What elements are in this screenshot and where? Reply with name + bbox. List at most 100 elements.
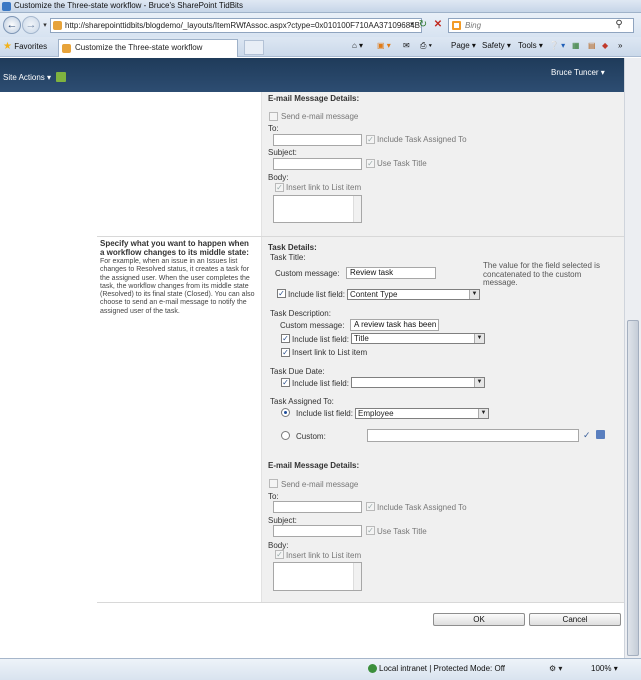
star-icon: ★ bbox=[3, 41, 12, 52]
zoom-level[interactable]: 100% ▾ bbox=[591, 664, 618, 673]
section-divider bbox=[97, 236, 624, 237]
task-title-custom-message-input[interactable]: Review task bbox=[346, 267, 436, 279]
task-title-field-select[interactable]: Content Type ▼ bbox=[347, 289, 480, 300]
new-tab-button[interactable] bbox=[244, 40, 264, 55]
task-description-field-value: Title bbox=[354, 334, 369, 343]
zoom-value: 100% bbox=[591, 664, 612, 673]
protected-mode-icon[interactable]: ⚙ ▾ bbox=[549, 664, 562, 673]
read-mail-icon[interactable]: ✉ bbox=[403, 41, 410, 50]
middle-state-description: For example, when an issue in an Issues … bbox=[100, 258, 255, 315]
site-actions-menu[interactable]: Site Actions ▾ bbox=[3, 73, 51, 82]
insert-link-label-1: Insert link to List item bbox=[286, 183, 362, 192]
safety-menu[interactable]: Safety ▾ bbox=[482, 41, 511, 50]
body-label-2: Body: bbox=[268, 541, 289, 550]
bing-icon bbox=[452, 21, 461, 30]
include-assigned-checkbox-1[interactable]: ✓ bbox=[366, 135, 375, 144]
user-name: Bruce Tuncer bbox=[551, 68, 599, 77]
assigned-include-field-label: Include list field: bbox=[296, 409, 353, 418]
field-concatenation-note: The value for the field selected is conc… bbox=[483, 261, 600, 287]
task-title-include-field-checkbox[interactable]: ✓ bbox=[277, 289, 286, 298]
email-details-header-2: E-mail Message Details: bbox=[268, 461, 360, 470]
tab-title: Customize the Three-state workflow bbox=[75, 43, 203, 52]
due-date-field-select[interactable]: ▼ bbox=[351, 377, 485, 388]
textarea-scrollbar[interactable] bbox=[353, 196, 361, 222]
assigned-include-field-radio[interactable] bbox=[281, 408, 290, 417]
custom-message-label: Custom message: bbox=[275, 269, 340, 278]
due-include-field-label: Include list field: bbox=[292, 379, 349, 388]
address-book-icon[interactable] bbox=[596, 430, 605, 439]
assigned-field-value: Employee bbox=[358, 409, 394, 418]
assigned-field-select[interactable]: Employee ▼ bbox=[355, 408, 489, 419]
to-input-2[interactable] bbox=[273, 501, 362, 513]
desc-include-field-label: Include list field: bbox=[292, 335, 349, 344]
left-description-pane bbox=[97, 92, 262, 602]
page-menu[interactable]: Page ▾ bbox=[451, 41, 476, 50]
search-input[interactable]: Bing bbox=[448, 18, 634, 33]
site-actions-label: Site Actions bbox=[3, 73, 45, 82]
include-assigned-checkbox-2[interactable]: ✓ bbox=[366, 502, 375, 511]
assigned-custom-radio[interactable] bbox=[281, 431, 290, 440]
use-task-title-checkbox-2[interactable]: ✓ bbox=[366, 526, 375, 535]
form-content: E-mail Message Details: Send e-mail mess… bbox=[0, 92, 624, 658]
to-input-1[interactable] bbox=[273, 134, 362, 146]
favorites-button[interactable]: ★ Favorites bbox=[3, 41, 47, 52]
assigned-custom-input[interactable] bbox=[367, 429, 579, 442]
help-icon[interactable]: ❔ ▾ bbox=[549, 41, 565, 50]
subject-input-2[interactable] bbox=[273, 525, 362, 537]
tab-toolbar: ★ Favorites Customize the Three-state wo… bbox=[0, 37, 641, 57]
use-task-title-label-1: Use Task Title bbox=[377, 159, 427, 168]
tab-favicon bbox=[62, 44, 71, 53]
task-description-include-field-checkbox[interactable]: ✓ bbox=[281, 334, 290, 343]
window-title: Customize the Three-state workflow - Bru… bbox=[14, 1, 244, 10]
task-description-insert-link-checkbox[interactable]: ✓ bbox=[281, 348, 290, 357]
back-button[interactable]: ← bbox=[3, 16, 21, 34]
address-toolbar: ← → ▾ http://sharepointtidbits/blogdemo/… bbox=[0, 13, 641, 37]
use-task-title-checkbox-1[interactable]: ✓ bbox=[366, 159, 375, 168]
due-date-include-field-checkbox[interactable]: ✓ bbox=[281, 378, 290, 387]
home-icon[interactable]: ⌂ ▾ bbox=[352, 41, 363, 50]
stop-icon[interactable]: ✕ bbox=[430, 18, 446, 33]
page-scrollbar[interactable] bbox=[624, 58, 641, 658]
send-email-label-1: Send e-mail message bbox=[281, 112, 359, 121]
insert-link-checkbox-2[interactable]: ✓ bbox=[275, 550, 284, 559]
textarea-scrollbar[interactable] bbox=[353, 563, 361, 590]
body-textarea-2[interactable] bbox=[273, 562, 362, 591]
search-icon[interactable]: ⚲ bbox=[611, 18, 627, 33]
research-icon[interactable]: ▦ bbox=[572, 41, 580, 50]
onenote-icon[interactable]: ▤ bbox=[588, 41, 596, 50]
send-email-checkbox-1[interactable] bbox=[269, 112, 278, 121]
task-description-label: Task Description: bbox=[270, 309, 331, 318]
user-menu[interactable]: Bruce Tuncer ▾ bbox=[551, 68, 605, 77]
navigate-up-icon[interactable] bbox=[56, 72, 66, 82]
address-text: http://sharepointtidbits/blogdemo/_layou… bbox=[65, 21, 422, 30]
addon-icon[interactable]: ◆ bbox=[602, 41, 608, 50]
cancel-button[interactable]: Cancel bbox=[529, 613, 621, 626]
scrollbar-thumb[interactable] bbox=[627, 320, 639, 656]
browser-tab-active[interactable]: Customize the Three-state workflow bbox=[58, 39, 238, 57]
security-zone-text[interactable]: Local intranet | Protected Mode: Off bbox=[379, 664, 505, 673]
assigned-custom-label: Custom: bbox=[296, 432, 326, 441]
task-description-custom-message-input[interactable]: A review task has been bbox=[350, 319, 439, 331]
body-textarea-1[interactable] bbox=[273, 195, 362, 223]
feeds-icon[interactable]: ▣ ▾ bbox=[377, 41, 391, 50]
refresh-icon[interactable]: ↻ bbox=[415, 18, 431, 33]
check-names-icon[interactable]: ✓ bbox=[583, 430, 591, 441]
section-divider bbox=[97, 602, 624, 603]
address-bar[interactable]: http://sharepointtidbits/blogdemo/_layou… bbox=[50, 18, 422, 33]
tools-menu[interactable]: Tools ▾ bbox=[518, 41, 543, 50]
task-title-field-value: Content Type bbox=[350, 290, 398, 299]
send-email-label-2: Send e-mail message bbox=[281, 480, 359, 489]
toolbar-overflow-icon[interactable]: » bbox=[618, 41, 622, 50]
ok-button[interactable]: OK bbox=[433, 613, 525, 626]
insert-link-checkbox-1[interactable]: ✓ bbox=[275, 183, 284, 192]
favorites-label: Favorites bbox=[14, 42, 48, 51]
send-email-checkbox-2[interactable] bbox=[269, 479, 278, 488]
chevron-down-icon: ▼ bbox=[474, 334, 484, 343]
intranet-globe-icon bbox=[368, 664, 377, 673]
task-description-field-select[interactable]: Title ▼ bbox=[351, 333, 485, 344]
due-date-label: Task Due Date: bbox=[270, 367, 325, 376]
task-title-label: Task Title: bbox=[270, 253, 306, 262]
subject-input-1[interactable] bbox=[273, 158, 362, 170]
print-icon[interactable]: ⎙ ▾ bbox=[420, 41, 432, 51]
include-assigned-label-1: Include Task Assigned To bbox=[377, 135, 467, 144]
